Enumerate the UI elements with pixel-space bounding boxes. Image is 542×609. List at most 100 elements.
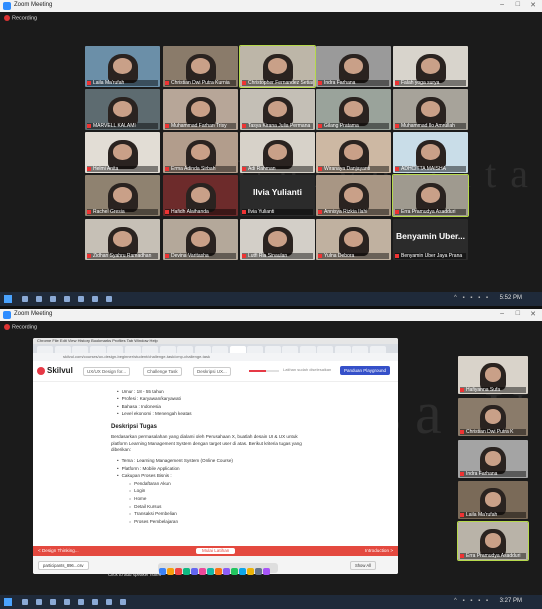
participant-tile[interactable]: Tasya Kirana Julia Permana <box>240 89 315 130</box>
participant-tile[interactable]: Rachel Gresia <box>85 175 160 216</box>
participant-tile[interactable]: Falah yoga surya <box>393 46 468 87</box>
browser-tab[interactable] <box>159 346 176 353</box>
search-icon[interactable] <box>22 296 28 302</box>
explorer-icon[interactable] <box>50 296 56 302</box>
dock-app-icon[interactable] <box>190 567 198 575</box>
participant-tile[interactable]: Christian Dwi Putra Kurnia <box>163 46 238 87</box>
word-icon[interactable] <box>78 599 84 605</box>
explorer-icon[interactable] <box>50 599 56 605</box>
start-exercise-button[interactable]: Mulai Latihan <box>196 548 236 554</box>
browser-tab[interactable] <box>352 346 368 353</box>
vscode-icon[interactable] <box>78 296 84 302</box>
chrome-icon[interactable] <box>64 296 70 302</box>
participant-tile[interactable]: Erma Adinda Sirbah <box>163 132 238 173</box>
browser-tab[interactable] <box>369 346 386 353</box>
browser-tab[interactable] <box>177 346 193 353</box>
windows-start-icon[interactable] <box>4 598 12 606</box>
vscode-icon[interactable] <box>106 599 112 605</box>
dock-app-icon[interactable] <box>214 567 222 575</box>
search-icon[interactable] <box>22 599 28 605</box>
dock-app-icon[interactable] <box>254 567 262 575</box>
browser-tab[interactable] <box>247 346 263 353</box>
minimize-icon[interactable]: – <box>500 310 504 317</box>
participant-tile[interactable]: Zidhan Syahru Ramadhan <box>85 219 160 260</box>
taskview-icon[interactable] <box>36 296 42 302</box>
address-bar[interactable]: skilvul.com/courses/ux-design-beginner/s… <box>33 353 398 361</box>
participant-tile[interactable]: Laila Ma'rufah <box>85 46 160 87</box>
breadcrumb-challenge[interactable]: Challenge Task <box>143 367 182 376</box>
close-icon[interactable]: ✕ <box>530 310 536 318</box>
browser-tab[interactable] <box>54 346 71 353</box>
browser-tab[interactable] <box>124 346 141 353</box>
prev-lesson-button[interactable]: < Design Thinking... <box>38 546 79 556</box>
participant-tile[interactable]: Yulna Debora <box>316 219 391 260</box>
participant-tile[interactable]: Christian Dwi Putra K <box>458 398 528 436</box>
participant-tile[interactable]: Laila Ma'rufah <box>458 481 528 519</box>
participant-tile[interactable]: MARVELL KALAMI <box>85 89 160 130</box>
dock-app-icon[interactable] <box>238 567 246 575</box>
participant-tile[interactable]: Indra Farhana <box>316 46 391 87</box>
participant-tile[interactable]: Muhammad Ilo Amrullah <box>393 89 468 130</box>
system-tray[interactable]: ^ ▪ ▪ ▪ ▪ <box>454 295 490 301</box>
section-paragraph: Berdasarkan permasalahan yang dialami ol… <box>111 434 302 452</box>
show-all-button[interactable]: Show All <box>349 561 376 570</box>
browser-tab[interactable] <box>89 346 106 353</box>
zoom-taskbar-icon[interactable] <box>120 599 126 605</box>
browser-tab[interactable] <box>282 346 298 353</box>
maximize-icon[interactable]: □ <box>516 310 520 317</box>
browser-tab[interactable] <box>212 346 228 353</box>
participant-tile[interactable]: Erra Pramudya Asadduri <box>392 174 469 217</box>
participant-tile[interactable]: Adi Rahman <box>240 132 315 173</box>
dock-app-icon[interactable] <box>166 567 174 575</box>
playground-button[interactable]: Panduan Playground <box>339 366 390 375</box>
dock-app-icon[interactable] <box>198 567 206 575</box>
browser-tab[interactable] <box>142 346 158 353</box>
participant-tile[interactable]: Helmi Anita <box>85 132 160 173</box>
participant-tile[interactable]: Wiranaya Danjayanti <box>316 132 391 173</box>
browser-tab[interactable] <box>194 346 211 353</box>
participant-tile[interactable]: ADHCITTA MAISHA <box>393 132 468 173</box>
breadcrumb-desc[interactable]: Deskripsi UX... <box>193 367 231 376</box>
skilvul-logo[interactable]: Skilvul <box>37 366 73 375</box>
windows-start-icon[interactable] <box>4 295 12 303</box>
browser-tab[interactable] <box>317 346 333 353</box>
zoom-taskbar-icon[interactable] <box>106 296 112 302</box>
browser-tab[interactable] <box>299 346 316 353</box>
maximize-icon[interactable]: □ <box>516 1 520 8</box>
participant-tile[interactable]: Christopher Fernandez Setiawan <box>239 45 316 88</box>
browser-tab[interactable] <box>229 346 246 353</box>
dock-app-icon[interactable] <box>222 567 230 575</box>
participant-tile[interactable]: Erra Pramudya Asadduri <box>457 521 529 561</box>
participant-tile[interactable]: Gilang Pratama <box>316 89 391 130</box>
participant-tile[interactable]: Ilvia Yulianti Ilvia Yulianti <box>240 175 315 216</box>
participant-tile[interactable]: Devina Varitasha <box>163 219 238 260</box>
browser-tab[interactable] <box>72 346 88 353</box>
taskview-icon[interactable] <box>36 599 42 605</box>
dock-app-icon[interactable] <box>206 567 214 575</box>
participant-tile[interactable]: Indra Farhana <box>458 440 528 478</box>
dock-app-icon[interactable] <box>230 567 238 575</box>
browser-tab[interactable] <box>334 346 351 353</box>
browser-tab[interactable] <box>37 346 53 353</box>
dock-app-icon[interactable] <box>262 567 270 575</box>
participant-tile[interactable]: Benyamin Uber... Benyamin Uber Jaya Prana <box>393 219 468 260</box>
chrome-icon[interactable] <box>64 599 70 605</box>
participant-tile[interactable]: Annisya Rizkia Ilahi <box>316 175 391 216</box>
system-tray[interactable]: ^ ▪ ▪ ▪ ▪ <box>454 598 490 604</box>
minimize-icon[interactable]: – <box>500 1 504 8</box>
app-icon[interactable] <box>92 296 98 302</box>
close-icon[interactable]: ✕ <box>530 1 536 9</box>
breadcrumb-course[interactable]: UX/UX Design for... <box>83 367 131 376</box>
dock-app-icon[interactable] <box>174 567 182 575</box>
participant-tile[interactable]: Muhammad Farhan Trisy <box>163 89 238 130</box>
next-lesson-button[interactable]: Introduction > <box>365 546 393 556</box>
participant-tile[interactable]: Hafidh Alaihanda <box>163 175 238 216</box>
dock-app-icon[interactable] <box>182 567 190 575</box>
dock-app-icon[interactable] <box>246 567 254 575</box>
download-item[interactable]: participants_896...csv <box>38 561 89 570</box>
participant-tile[interactable]: Hafiyanna Sufa <box>458 356 528 394</box>
browser-tab[interactable] <box>107 346 123 353</box>
app-icon[interactable] <box>92 599 98 605</box>
participant-tile[interactable]: Lutfi Ria Sinaulan <box>240 219 315 260</box>
browser-tab[interactable] <box>264 346 281 353</box>
